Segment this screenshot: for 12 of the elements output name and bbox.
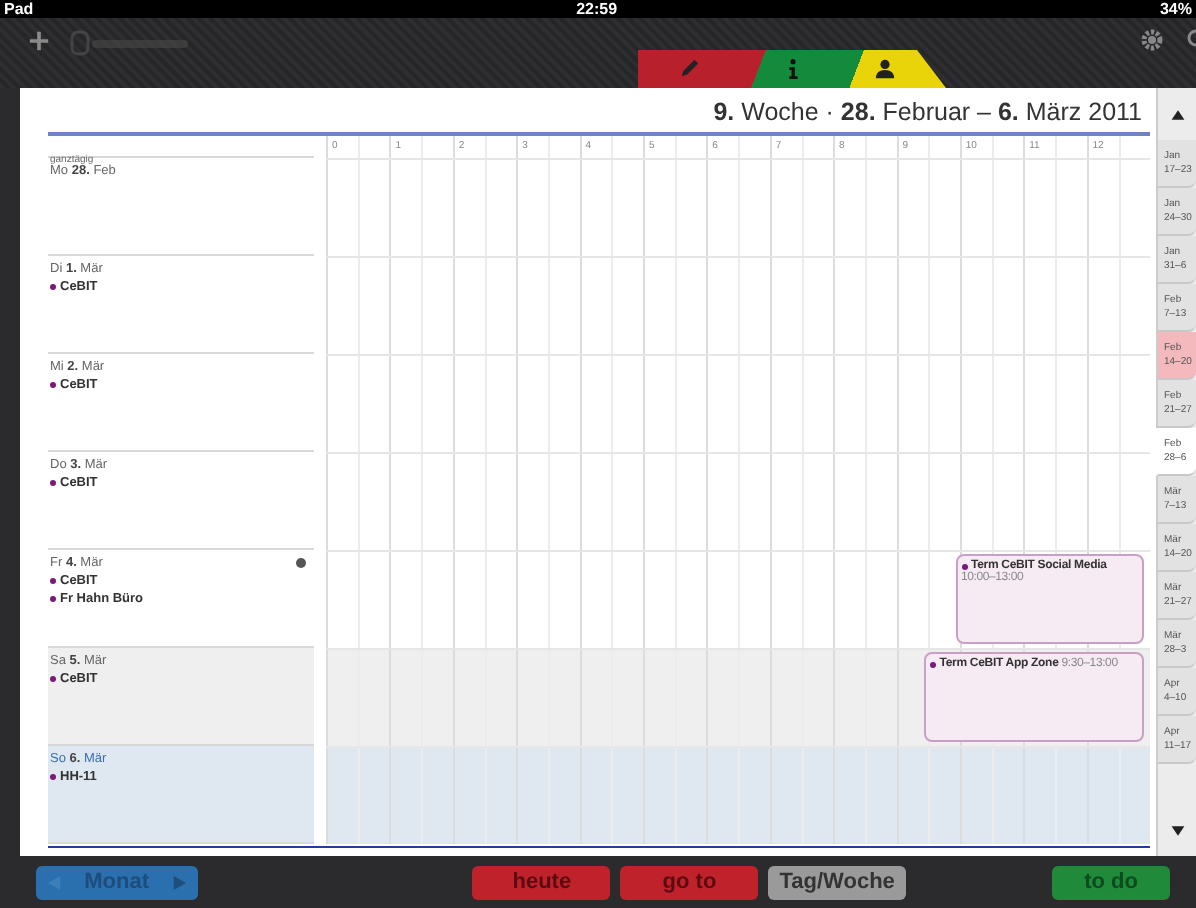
- add-icon[interactable]: [28, 30, 50, 52]
- right-arrow-icon: [171, 875, 186, 889]
- battery-percent: 34%: [1159, 0, 1192, 18]
- person-icon: [873, 58, 895, 80]
- toolbar-tab[interactable]: [830, 50, 946, 88]
- nav-button[interactable]: Tag/Woche: [768, 865, 907, 899]
- clock: 22:59: [576, 0, 618, 18]
- settings-icon[interactable]: [1140, 28, 1164, 52]
- week-title: 9. Woche · 28. Februar – 6. März 2011: [711, 96, 1144, 130]
- logo-icon: [70, 28, 190, 56]
- carrier-label: Pad: [4, 0, 34, 18]
- pencil-icon: [677, 58, 699, 80]
